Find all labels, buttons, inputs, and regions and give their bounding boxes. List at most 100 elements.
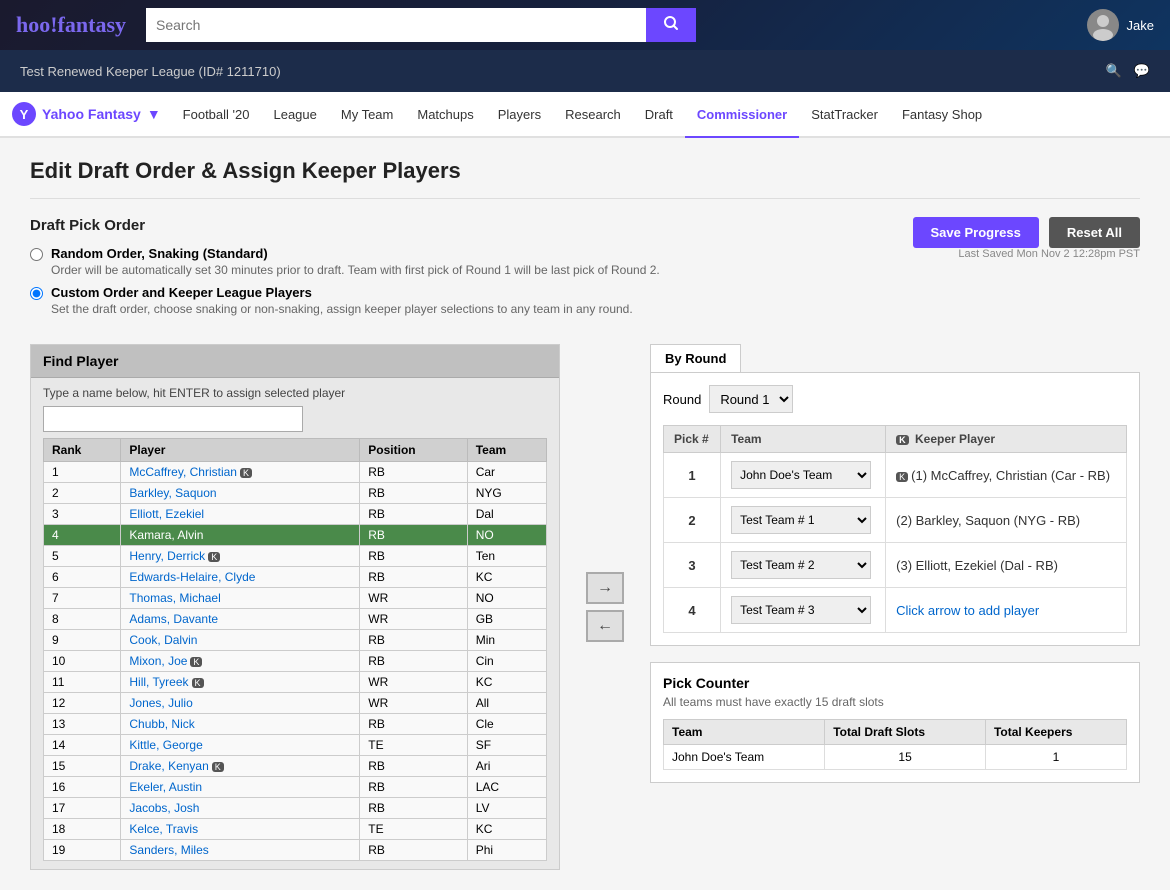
keeper-player-text: (3) Elliott, Ezekiel (Dal - RB) bbox=[896, 558, 1058, 573]
section-title: Draft Pick Order bbox=[30, 217, 660, 234]
nav-item-draft[interactable]: Draft bbox=[633, 92, 685, 138]
player-name[interactable]: Ekeler, Austin bbox=[121, 777, 360, 798]
player-row[interactable]: 5Henry, DerrickKRBTen bbox=[44, 546, 547, 567]
nav-item-stattracker[interactable]: StatTracker bbox=[799, 92, 890, 138]
player-name[interactable]: Drake, KenyanK bbox=[121, 756, 360, 777]
keeper-player-text: (2) Barkley, Saquon (NYG - RB) bbox=[896, 513, 1080, 528]
find-player-body: Type a name below, hit ENTER to assign s… bbox=[31, 378, 559, 869]
player-name[interactable]: Hill, TyreekK bbox=[121, 672, 360, 693]
player-row[interactable]: 13Chubb, NickRBCle bbox=[44, 714, 547, 735]
player-row[interactable]: 18Kelce, TravisTEKC bbox=[44, 819, 547, 840]
nav-item-players[interactable]: Players bbox=[486, 92, 553, 138]
player-row[interactable]: 11Hill, TyreekKWRKC bbox=[44, 672, 547, 693]
pick-team-select[interactable]: John Doe's TeamTest Team # 1Test Team # … bbox=[731, 551, 871, 579]
logo-text: hoo!fantasy bbox=[16, 12, 126, 37]
player-name[interactable]: Barkley, Saquon bbox=[121, 483, 360, 504]
player-name[interactable]: Jones, Julio bbox=[121, 693, 360, 714]
player-name[interactable]: Kamara, Alvin bbox=[121, 525, 360, 546]
search-input[interactable] bbox=[146, 8, 646, 42]
nav-item-league[interactable]: League bbox=[261, 92, 328, 138]
radio-option-custom: Custom Order and Keeper League Players S… bbox=[30, 285, 660, 316]
pick-team-cell: John Doe's TeamTest Team # 1Test Team # … bbox=[721, 453, 886, 498]
radio-custom[interactable] bbox=[30, 287, 43, 300]
col-player: Player bbox=[121, 439, 360, 462]
player-name[interactable]: Thomas, Michael bbox=[121, 588, 360, 609]
player-row[interactable]: 2Barkley, SaquonRBNYG bbox=[44, 483, 547, 504]
player-row[interactable]: 16Ekeler, AustinRBLAC bbox=[44, 777, 547, 798]
player-row[interactable]: 15Drake, KenyanKRBAri bbox=[44, 756, 547, 777]
message-icon[interactable]: 💬 bbox=[1134, 63, 1150, 79]
player-name[interactable]: Chubb, Nick bbox=[121, 714, 360, 735]
league-bar-icons: 🔍 💬 bbox=[1106, 63, 1150, 79]
player-name[interactable]: Henry, DerrickK bbox=[121, 546, 360, 567]
player-row[interactable]: 1McCaffrey, ChristianKRBCar bbox=[44, 462, 547, 483]
nav-item-matchups[interactable]: Matchups bbox=[405, 92, 485, 138]
player-row[interactable]: 12Jones, JulioWRAll bbox=[44, 693, 547, 714]
pick-keeper-cell: (2) Barkley, Saquon (NYG - RB) bbox=[886, 498, 1127, 543]
player-team: LV bbox=[467, 798, 546, 819]
nav-item-commissioner[interactable]: Commissioner bbox=[685, 92, 799, 138]
player-name[interactable]: Adams, Davante bbox=[121, 609, 360, 630]
player-row[interactable]: 6Edwards-Helaire, ClydeRBKC bbox=[44, 567, 547, 588]
player-row[interactable]: 8Adams, DavanteWRGB bbox=[44, 609, 547, 630]
draft-pick-row: 3John Doe's TeamTest Team # 1Test Team #… bbox=[664, 543, 1127, 588]
round-panel: Round Round 1Round 2Round 3Round 4Round … bbox=[650, 372, 1140, 646]
find-player-input[interactable] bbox=[43, 406, 303, 432]
reset-all-button[interactable]: Reset All bbox=[1049, 217, 1140, 248]
player-name[interactable]: McCaffrey, ChristianK bbox=[121, 462, 360, 483]
player-rank: 7 bbox=[44, 588, 121, 609]
player-row[interactable]: 17Jacobs, JoshRBLV bbox=[44, 798, 547, 819]
player-name[interactable]: Kelce, Travis bbox=[121, 819, 360, 840]
round-select: Round Round 1Round 2Round 3Round 4Round … bbox=[663, 385, 1127, 413]
player-row[interactable]: 3Elliott, EzekielRBDal bbox=[44, 504, 547, 525]
player-row[interactable]: 19Sanders, MilesRBPhi bbox=[44, 840, 547, 861]
nav-item-myteam[interactable]: My Team bbox=[329, 92, 406, 138]
pick-team-select[interactable]: John Doe's TeamTest Team # 1Test Team # … bbox=[731, 506, 871, 534]
player-rank: 16 bbox=[44, 777, 121, 798]
save-progress-button[interactable]: Save Progress bbox=[913, 217, 1039, 248]
player-name[interactable]: Elliott, Ezekiel bbox=[121, 504, 360, 525]
radio-random[interactable] bbox=[30, 248, 43, 261]
arrow-buttons: → ← bbox=[580, 344, 630, 870]
counter-col-slots: Total Draft Slots bbox=[825, 720, 986, 745]
col-rank: Rank bbox=[44, 439, 121, 462]
player-row[interactable]: 7Thomas, MichaelWRNO bbox=[44, 588, 547, 609]
nav-item-fantasyshop[interactable]: Fantasy Shop bbox=[890, 92, 994, 138]
arrow-up-button[interactable]: → bbox=[586, 572, 624, 604]
counter-col-team: Team bbox=[664, 720, 825, 745]
by-round-tab[interactable]: By Round bbox=[650, 344, 741, 372]
player-name[interactable]: Jacobs, Josh bbox=[121, 798, 360, 819]
player-position: RB bbox=[360, 567, 467, 588]
player-rank: 15 bbox=[44, 756, 121, 777]
pick-team-select[interactable]: John Doe's TeamTest Team # 1Test Team # … bbox=[731, 461, 871, 489]
nav-brand-label: Yahoo Fantasy bbox=[42, 106, 141, 122]
arrow-down-button[interactable]: ← bbox=[586, 610, 624, 642]
player-name[interactable]: Edwards-Helaire, Clyde bbox=[121, 567, 360, 588]
player-row[interactable]: 9Cook, DalvinRBMin bbox=[44, 630, 547, 651]
keeper-badge: K bbox=[208, 552, 220, 562]
top-header: hoo!fantasy Jake bbox=[0, 0, 1170, 50]
player-name[interactable]: Cook, Dalvin bbox=[121, 630, 360, 651]
player-name[interactable]: Mixon, JoeK bbox=[121, 651, 360, 672]
player-row[interactable]: 4Kamara, AlvinRBNO bbox=[44, 525, 547, 546]
player-position: RB bbox=[360, 651, 467, 672]
search-button[interactable] bbox=[646, 8, 696, 42]
draft-pick-row: 1John Doe's TeamTest Team # 1Test Team #… bbox=[664, 453, 1127, 498]
pick-keeper-cell: (3) Elliott, Ezekiel (Dal - RB) bbox=[886, 543, 1127, 588]
nav-item-research[interactable]: Research bbox=[553, 92, 633, 138]
pick-number: 2 bbox=[664, 498, 721, 543]
pick-team-select[interactable]: John Doe's TeamTest Team # 1Test Team # … bbox=[731, 596, 871, 624]
player-row[interactable]: 14Kittle, GeorgeTESF bbox=[44, 735, 547, 756]
player-row[interactable]: 10Mixon, JoeKRBCin bbox=[44, 651, 547, 672]
user-name[interactable]: Jake bbox=[1127, 18, 1154, 33]
player-name[interactable]: Kittle, George bbox=[121, 735, 360, 756]
player-name[interactable]: Sanders, Miles bbox=[121, 840, 360, 861]
user-area: Jake bbox=[1087, 9, 1154, 41]
nav-item-football20[interactable]: Football '20 bbox=[171, 92, 262, 138]
add-player-text[interactable]: Click arrow to add player bbox=[896, 603, 1039, 618]
search-icon[interactable]: 🔍 bbox=[1106, 63, 1122, 79]
site-logo[interactable]: hoo!fantasy bbox=[16, 12, 126, 38]
keeper-badge: K bbox=[192, 678, 204, 688]
round-dropdown[interactable]: Round 1Round 2Round 3Round 4Round 5 bbox=[709, 385, 793, 413]
nav-brand[interactable]: Y Yahoo Fantasy ▼ bbox=[12, 102, 161, 126]
